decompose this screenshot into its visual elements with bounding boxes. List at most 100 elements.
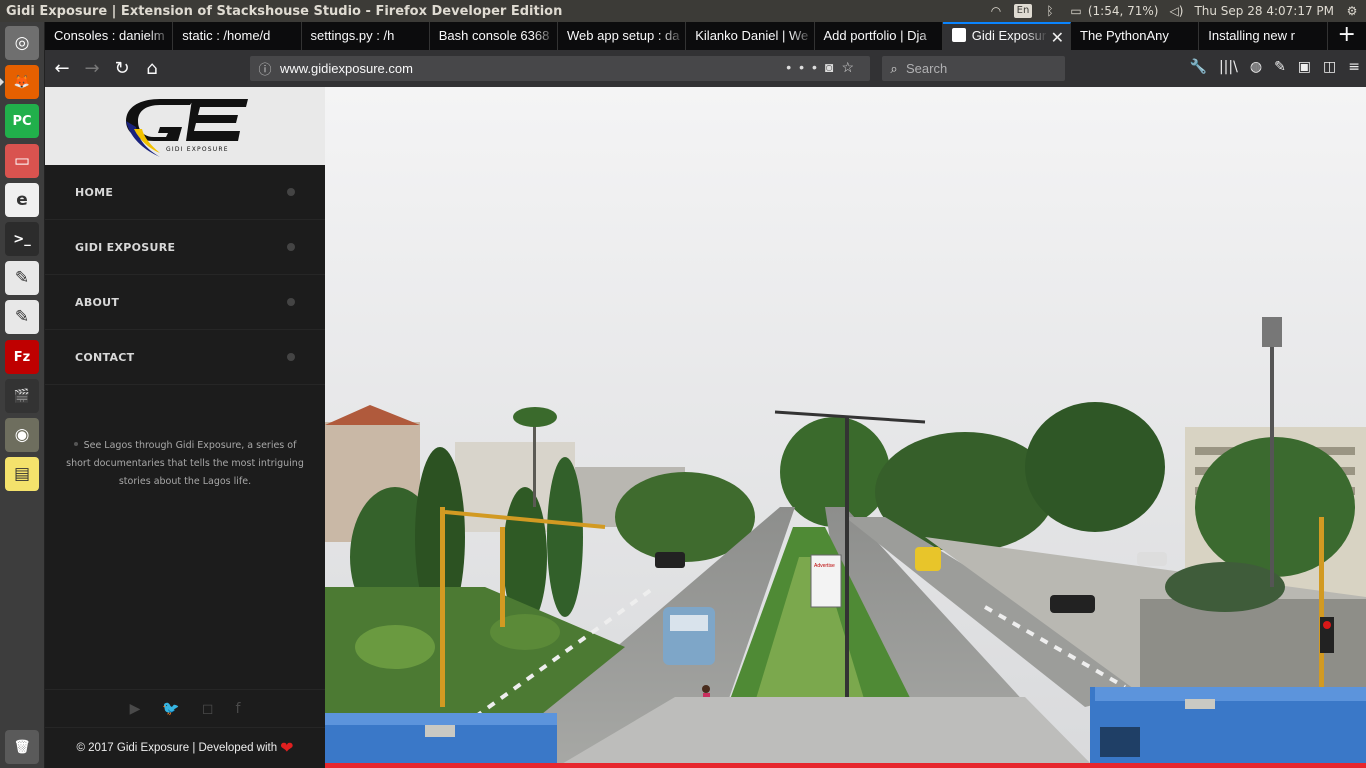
logo[interactable]: GIDI EXPOSURE: [45, 87, 325, 165]
browser-tab[interactable]: Gidi Exposur ✕: [942, 22, 1071, 50]
forward-button[interactable]: →: [77, 58, 107, 79]
top-panel: Gidi Exposure | Extension of Stackshouse…: [0, 0, 1366, 22]
url-actions: •••◙☆: [786, 59, 862, 76]
browser-tab[interactable]: static : /home/d: [173, 22, 302, 50]
tab-label: Kilanko Daniel | We: [695, 28, 809, 43]
search-icon: ⌕: [890, 60, 898, 76]
tagline-bullet: [73, 442, 78, 446]
menu-dot-icon: [287, 353, 295, 361]
tab-label: Gidi Exposur: [971, 28, 1047, 43]
menu-item-label: CONTACT: [75, 350, 135, 364]
menu-item-about[interactable]: ABOUT: [45, 275, 325, 330]
sidebar-toggle-icon[interactable]: ◫: [1323, 59, 1336, 75]
dash-icon[interactable]: ◎: [5, 26, 39, 60]
pen-icon[interactable]: ✎: [1274, 59, 1286, 75]
menu-item-gidi-exposure[interactable]: GIDI EXPOSURE: [45, 220, 325, 275]
close-tab-icon[interactable]: ✕: [1051, 28, 1064, 48]
trash-icon[interactable]: 🗑: [5, 730, 39, 764]
site-footer: © 2017 Gidi Exposure | Developed with ❤: [45, 727, 325, 768]
url-bar[interactable]: ⓘ www.gidiexposure.com •••◙☆: [250, 56, 870, 81]
site-menu: HOME GIDI EXPOSURE ABOUT CONTACT: [45, 165, 325, 385]
tab-label: Installing new r: [1208, 28, 1295, 43]
tab-label: The PythonAny: [1080, 28, 1169, 43]
text-editor-icon[interactable]: e: [5, 183, 39, 217]
tagline: See Lagos through Gidi Exposure, a serie…: [63, 437, 307, 491]
bookmark-star-icon[interactable]: ☆: [841, 59, 862, 75]
browser-tab[interactable]: Web app setup : da: [558, 22, 687, 50]
menu-item-label: GIDI EXPOSURE: [75, 240, 176, 254]
clock[interactable]: Thu Sep 28 4:07:17 PM: [1194, 4, 1334, 18]
toolbar-buttons: 🔧 |||\ ◍ ✎ ▣ ◫ ≡: [1190, 59, 1360, 75]
gedit-icon[interactable]: ✎: [5, 261, 39, 295]
tagline-text: See Lagos through Gidi Exposure, a serie…: [66, 440, 304, 487]
keyboard-icon[interactable]: En: [1014, 4, 1032, 18]
tab-label: Add portfolio | Dja: [823, 28, 927, 43]
files-icon[interactable]: ▭: [5, 144, 39, 178]
back-button[interactable]: ←: [47, 58, 77, 79]
menu-dot-icon: [287, 298, 295, 306]
facebook-icon[interactable]: f: [235, 701, 240, 717]
browser-tab[interactable]: Kilanko Daniel | We: [686, 22, 815, 50]
browser-tab[interactable]: Installing new r: [1199, 22, 1328, 50]
hero-image: Advertise: [325, 87, 1366, 768]
instagram-icon[interactable]: ◻: [202, 701, 214, 717]
launcher: ◎ 🦊 PC ▭ e >_ ✎ ✎ Fz 🎬 ◉ ▤ 🗑: [0, 22, 45, 768]
new-tab-button[interactable]: +: [1328, 22, 1366, 50]
site-sidebar: GIDI EXPOSURE HOME GIDI EXPOSURE ABOUT CONT…: [45, 87, 325, 768]
svg-text:Advertise: Advertise: [814, 563, 835, 569]
twitter-icon[interactable]: 🐦: [162, 701, 179, 717]
pdf-icon[interactable]: ▣: [1298, 59, 1311, 75]
sticky-notes-icon[interactable]: ▤: [5, 457, 39, 491]
menu-item-home[interactable]: HOME: [45, 165, 325, 220]
battery-icon: ▭: [1070, 4, 1082, 18]
wrench-icon[interactable]: 🔧: [1190, 59, 1207, 75]
url-text: www.gidiexposure.com: [280, 61, 413, 76]
home-button[interactable]: ⌂: [137, 58, 167, 79]
browser-tab[interactable]: Consoles : danielm: [45, 22, 174, 50]
youtube-icon[interactable]: ▶: [130, 701, 141, 717]
wifi-icon[interactable]: ◠: [988, 4, 1004, 18]
gimp-icon[interactable]: ◉: [5, 418, 39, 452]
menu-item-label: HOME: [75, 185, 114, 199]
menu-dot-icon: [287, 188, 295, 196]
browser-tab[interactable]: Bash console 6368: [430, 22, 558, 50]
bluetooth-icon[interactable]: ᛒ: [1042, 4, 1058, 18]
volume-icon[interactable]: ◁): [1168, 4, 1184, 18]
footer-text: © 2017 Gidi Exposure | Developed with: [76, 742, 278, 754]
reload-button[interactable]: ↻: [107, 58, 137, 79]
menu-dot-icon: [287, 243, 295, 251]
accent-bar: [325, 763, 1366, 768]
video-editor-icon[interactable]: 🎬: [5, 379, 39, 413]
nav-bar: ← → ↻ ⌂ ⓘ www.gidiexposure.com •••◙☆ ⌕ S…: [45, 50, 1366, 87]
social-links: ▶ 🐦 ◻ f: [45, 689, 325, 727]
page-actions-button[interactable]: •••: [786, 59, 825, 75]
tab-label: Web app setup : da: [567, 28, 680, 43]
pocket-icon[interactable]: ◙: [825, 59, 841, 75]
battery-indicator[interactable]: ▭ (1:54, 71%): [1068, 4, 1158, 18]
tab-label: settings.py : /h: [310, 28, 395, 43]
website: GIDI EXPOSURE HOME GIDI EXPOSURE ABOUT CONT…: [45, 87, 1366, 768]
globe-icon[interactable]: ◍: [1250, 59, 1262, 75]
terminal-icon[interactable]: >_: [5, 222, 39, 256]
window-title: Gidi Exposure | Extension of Stackshouse…: [6, 3, 563, 19]
favicon-icon: [951, 28, 966, 42]
tab-label: Bash console 6368: [438, 28, 550, 43]
gedit2-icon[interactable]: ✎: [5, 300, 39, 334]
library-icon[interactable]: |||\: [1219, 59, 1238, 75]
search-placeholder: Search: [906, 61, 948, 76]
logo-text: GIDI EXPOSURE: [166, 146, 229, 153]
tab-bar: Consoles : danielm static : /home/d settin…: [45, 22, 1366, 50]
search-bar[interactable]: ⌕ Search: [882, 56, 1065, 81]
browser-tab[interactable]: Add portfolio | Dja: [815, 22, 943, 50]
settings-icon[interactable]: ⚙: [1344, 4, 1360, 18]
system-tray: ◠ En ᛒ ▭ (1:54, 71%) ◁) Thu Sep 28 4:07:…: [988, 0, 1366, 22]
pycharm-icon[interactable]: PC: [5, 104, 39, 138]
filezilla-icon[interactable]: Fz: [5, 340, 39, 374]
browser-tab[interactable]: settings.py : /h: [302, 22, 430, 50]
menu-icon[interactable]: ≡: [1348, 59, 1360, 75]
firefox-icon[interactable]: 🦊: [0, 65, 39, 99]
site-info-icon[interactable]: ⓘ: [250, 59, 280, 78]
gidi-exposure-logo: GIDI EXPOSURE: [126, 99, 248, 157]
menu-item-contact[interactable]: CONTACT: [45, 330, 325, 385]
browser-tab[interactable]: The PythonAny: [1071, 22, 1200, 50]
